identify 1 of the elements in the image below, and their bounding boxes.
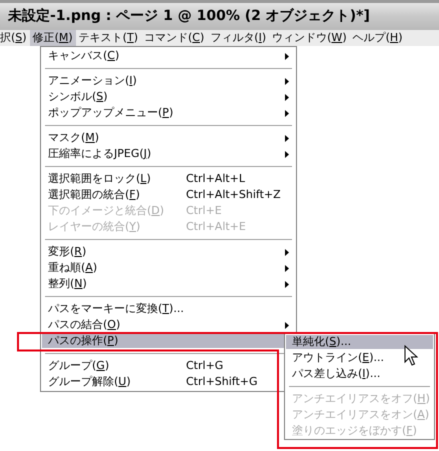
window-title: 未設定-1.png : ページ 1 @ 100% (2 オブジェクト)*] xyxy=(6,6,370,26)
